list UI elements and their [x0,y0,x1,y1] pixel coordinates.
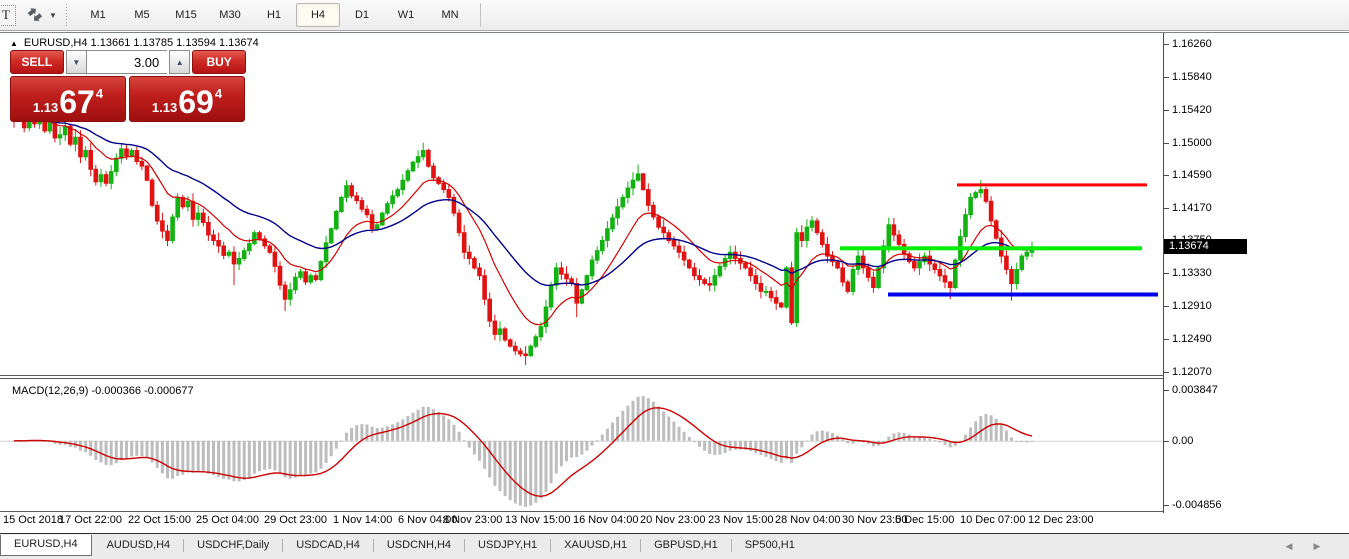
chart-sync-icon[interactable]: ▼ [24,4,58,26]
dropdown-caret-icon[interactable]: ▼ [49,11,57,20]
time-label: 12 Dec 23:00 [1028,514,1094,526]
buy-price-pip: 4 [214,86,223,101]
double-arrow-icon [27,8,43,22]
price-tick-label: 1.15000 [1172,136,1212,149]
tf-button-M30[interactable]: M30 [208,3,252,27]
tab-xauusd-h1[interactable]: XAUUSD,H1 [551,535,640,556]
price-tick-label: 1.12490 [1172,333,1212,346]
macd-tick-label: 0.003847 [1172,384,1218,396]
time-label: 13 Nov 15:00 [505,514,571,526]
chart-header: ▲ EURUSD,H4 1.13661 1.13785 1.13594 1.136… [10,37,259,49]
price-tick-label: 1.12910 [1172,300,1212,313]
tab-usdchf-daily[interactable]: USDCHF,Daily [184,535,282,556]
tf-button-H1[interactable]: H1 [252,3,296,27]
tab-usdjpy-h1[interactable]: USDJPY,H1 [465,535,550,556]
price-tick-dash [1163,339,1169,341]
price-tick-label: 1.15420 [1172,103,1212,116]
price-tick-label: 1.13330 [1172,267,1212,280]
tab-eurusd-h4[interactable]: EURUSD,H4 [0,534,92,556]
mt4-terminal: { "toolbar": { "text_tool_label": "T", "… [0,0,1349,559]
sell-button[interactable]: SELL [10,50,64,74]
tf-button-M5[interactable]: M5 [120,3,164,27]
time-label: 29 Oct 23:00 [264,514,327,526]
price-tick-dash [1163,109,1169,111]
chart-title: EURUSD,H4 1.13661 1.13785 1.13594 1.1367… [23,37,259,49]
price-tick-label: 1.16260 [1172,38,1212,50]
price-tick-dash [1163,207,1169,209]
time-label: 5 Dec 15:00 [895,514,955,526]
tf-button-M1[interactable]: M1 [76,3,120,27]
price-tick-dash [1163,372,1169,373]
text-tool-icon[interactable]: T [0,5,16,26]
macd-tick-label: 0.00 [1172,434,1194,447]
price-tick-label: 1.14590 [1172,168,1212,181]
tab-usdcad-h4[interactable]: USDCAD,H4 [283,535,373,556]
macd-indicator-label: MACD(12,26,9) -0.000366 -0.000677 [12,385,194,397]
one-click-trading-panel: SELL ▼ 3.00 ▲ BUY 1.13 67 4 1.13 69 4 [10,50,247,122]
time-label: 25 Oct 04:00 [196,514,259,526]
time-label: 23 Nov 15:00 [708,514,774,526]
tf-button-W1[interactable]: W1 [384,3,428,27]
buy-button[interactable]: BUY [192,50,247,74]
volume-increase-button[interactable]: ▲ [169,50,191,74]
tab-sp500-h1[interactable]: SP500,H1 [732,535,808,556]
top-toolbar: T ▼ M1 M5 M15 M30 H1 H4 D1 W1 MN [0,0,1349,31]
price-tick-label: 1.12070 [1172,366,1212,378]
toolbar-grip-handle[interactable] [64,4,68,26]
sell-price-pip: 4 [95,86,104,101]
tf-button-H4[interactable]: H4 [296,3,340,27]
resistance-line [957,183,1147,187]
tab-gbpusd-h1[interactable]: GBPUSD,H1 [641,535,731,556]
support-line [888,292,1158,297]
time-label: 1 Nov 14:00 [333,514,393,526]
tf-button-D1[interactable]: D1 [340,3,384,27]
price-tick-dash [1163,142,1169,144]
time-label: 16 Nov 04:00 [573,514,639,526]
buy-quote[interactable]: 1.13 69 4 [129,76,245,122]
macd-tick-dash [1163,505,1169,506]
tf-button-M15[interactable]: M15 [164,3,208,27]
price-tick-dash [1163,273,1169,275]
macd-tick-dash [1163,440,1169,442]
chart-tabs: EURUSD,H4 AUDUSD,H4 USDCHF,Daily USDCAD,H4 U… [0,534,808,556]
time-label: 15 Oct 2018 [3,514,63,526]
time-label: 22 Oct 15:00 [128,514,191,526]
collapse-triangle-icon[interactable]: ▲ [10,39,18,48]
time-label: 20 Nov 23:00 [640,514,706,526]
price-tick-dash [1163,76,1169,78]
buy-price-prefix: 1.13 [151,100,178,115]
tab-scroll-right-icon[interactable]: ▶ [1310,539,1324,553]
macd-tick-label: -0.004856 [1172,499,1222,511]
volume-input[interactable]: 3.00 [86,50,168,74]
price-tick-label: 1.15840 [1172,70,1212,83]
bottom-tabbar: EURUSD,H4 AUDUSD,H4 USDCHF,Daily USDCAD,H4 U… [0,533,1349,559]
current-price-tag: 1.13674 [1164,239,1247,255]
time-label: 28 Nov 04:00 [775,514,841,526]
buy-price-big: 69 [178,84,214,120]
sell-price-big: 67 [59,84,95,120]
time-label: 10 Dec 07:00 [960,514,1026,526]
price-tick-label: 1.14170 [1172,201,1212,214]
volume-decrease-button[interactable]: ▼ [65,50,87,74]
tab-scroll-left-icon[interactable]: ◀ [1282,539,1296,553]
pivot-line [840,246,1142,251]
price-tick-dash [1163,306,1169,308]
tf-button-MN[interactable]: MN [428,3,472,27]
time-label: 8 Nov 23:00 [443,514,503,526]
sell-price-prefix: 1.13 [32,100,59,115]
time-label: 17 Oct 22:00 [59,514,122,526]
price-tick-dash [1163,44,1169,45]
macd-tick-dash [1163,390,1169,391]
toolbar-separator [480,3,481,27]
tab-audusd-h4[interactable]: AUDUSD,H4 [94,535,184,556]
sell-quote[interactable]: 1.13 67 4 [10,76,126,122]
price-tick-dash [1163,174,1169,176]
tab-usdcnh-h4[interactable]: USDCNH,H4 [374,535,464,556]
timeframe-bar: M1 M5 M15 M30 H1 H4 D1 W1 MN [76,3,481,27]
